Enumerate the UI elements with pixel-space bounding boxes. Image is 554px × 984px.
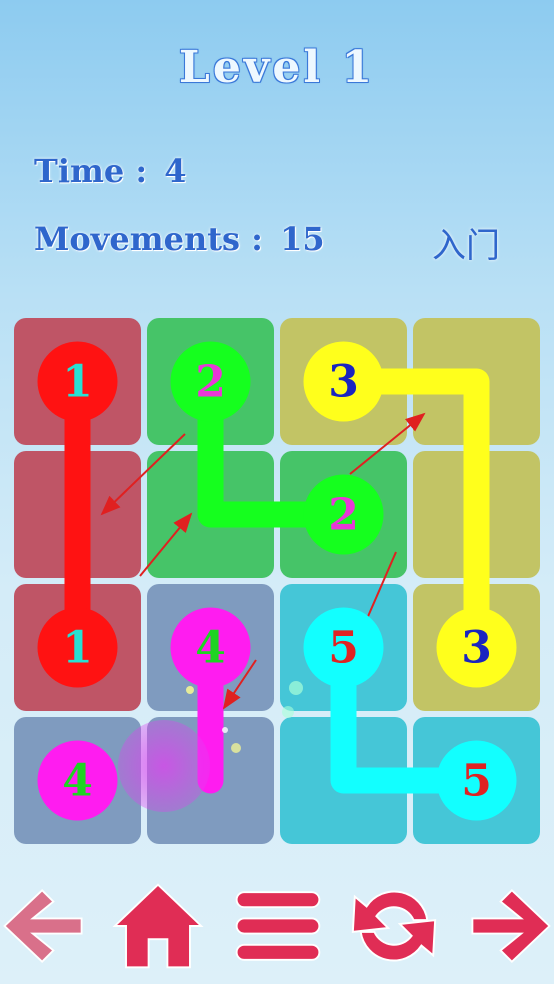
endpoint-dot[interactable]: 4	[37, 740, 118, 821]
endpoint-number: 1	[62, 623, 93, 674]
endpoint-dot[interactable]: 3	[303, 341, 384, 422]
endpoint-dot[interactable]: 2	[170, 341, 251, 422]
endpoint-number: 5	[461, 756, 492, 807]
endpoint-dot[interactable]: 1	[37, 607, 118, 688]
refresh-icon	[351, 890, 437, 962]
arrow-right-icon	[471, 888, 551, 964]
bottom-toolbar	[0, 876, 554, 976]
endpoint-dot[interactable]: 5	[303, 607, 384, 688]
endpoint-dot[interactable]: 2	[303, 474, 384, 555]
home-icon	[112, 883, 204, 969]
restart-button[interactable]	[344, 876, 444, 976]
endpoint-number: 1	[62, 357, 93, 408]
menu-icon	[235, 891, 321, 961]
game-board[interactable]: 1 1 2 2 3 3 4 4 5 5	[0, 0, 554, 870]
endpoint-dot[interactable]: 4	[170, 607, 251, 688]
back-button[interactable]	[0, 876, 94, 976]
endpoint-dot[interactable]: 3	[436, 607, 517, 688]
next-button[interactable]	[460, 876, 554, 976]
endpoint-number: 3	[461, 623, 492, 674]
menu-button[interactable]	[228, 876, 328, 976]
endpoint-number: 4	[195, 623, 226, 674]
endpoint-number: 3	[328, 357, 359, 408]
endpoint-number: 4	[62, 756, 93, 807]
arrow-left-icon	[3, 888, 83, 964]
endpoint-dot[interactable]: 1	[37, 341, 118, 422]
endpoint-dot[interactable]: 5	[436, 740, 517, 821]
touch-indicator	[118, 720, 210, 812]
endpoint-number: 5	[328, 623, 359, 674]
endpoint-number: 2	[195, 357, 226, 408]
home-button[interactable]	[108, 876, 208, 976]
endpoint-number: 2	[328, 490, 359, 541]
